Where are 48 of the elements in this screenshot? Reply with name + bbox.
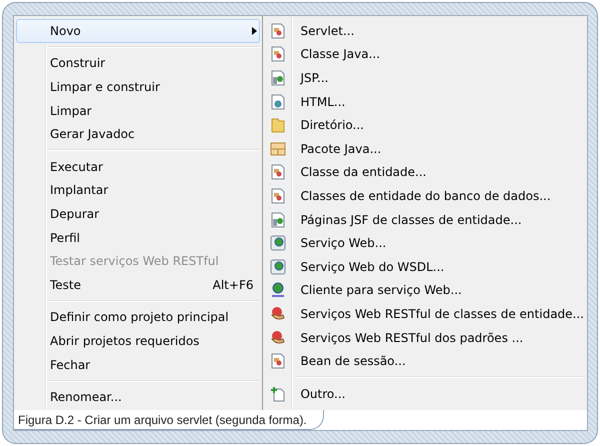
figure-caption: Figura D.2 - Criar um arquivo servlet (segunda forma). [14,410,324,430]
class-file-icon [270,188,286,204]
menu-item[interactable]: Limpar e construir [16,75,260,99]
menu-item[interactable]: Serviço Web do WSDL... [265,254,585,279]
menu-item[interactable]: Renomear... [16,385,260,409]
document-icon [270,70,286,86]
hand-icon [270,330,286,346]
class-file-icon [270,164,286,180]
web-service-icon [270,258,286,275]
menu-item[interactable]: Serviços Web RESTful dos padrões ... [265,326,585,350]
menu-item[interactable]: Classes de entidade do banco de dados... [265,184,585,208]
menu-item[interactable]: Definir como projeto principal [16,306,260,330]
class-file-icon [270,22,286,39]
menu-item[interactable]: Perfil [16,226,260,250]
menu-item[interactable]: Páginas JSF de classes de entidade... [265,208,585,232]
shortcut-label: Alt+F6 [212,278,254,292]
class-file-icon [270,46,286,62]
menu-item[interactable]: Servlet... [265,19,585,43]
menu-item[interactable]: Depurar [16,202,260,226]
menu-item[interactable]: Executar [16,154,260,179]
menu-item[interactable]: Construir [16,52,260,76]
menu-item[interactable]: Classe da entidade... [265,160,585,184]
menu-item[interactable]: Teste Alt+F6 [16,272,260,297]
menu-item[interactable]: Novo [16,19,260,43]
menu-item[interactable]: Implantar [16,178,260,202]
menu-item[interactable]: Serviço Web... [265,231,585,255]
class-file-icon [270,353,286,370]
menu-item[interactable]: Abrir projetos requeridos [16,329,260,353]
hand-icon [270,306,286,322]
package-icon [270,140,286,157]
menu-item[interactable]: Diretório... [265,113,585,137]
web-service-icon [270,235,286,252]
globe-icon [270,282,286,298]
menu-item[interactable]: HTML... [265,90,585,114]
menu-item[interactable]: Gerar Javadoc [16,122,260,146]
menu-item[interactable]: Limpar [16,98,260,122]
menu-item[interactable]: Cliente para serviço Web... [265,278,585,302]
menu-item[interactable]: Pacote Java... [265,136,585,161]
folder-icon [270,117,286,134]
menu-item[interactable]: Bean de sessão... [265,349,585,373]
menu-item[interactable]: JSP... [265,66,585,90]
new-file-icon [270,386,286,402]
menu-item[interactable]: Fechar [16,352,260,376]
menu-item[interactable]: Outro... [265,382,585,406]
menu-item[interactable]: Serviços Web RESTful de classes de entidade... [265,302,585,326]
web-page-icon [270,94,286,110]
menu-item[interactable]: Classe Java... [265,42,585,66]
document-icon [270,212,286,228]
